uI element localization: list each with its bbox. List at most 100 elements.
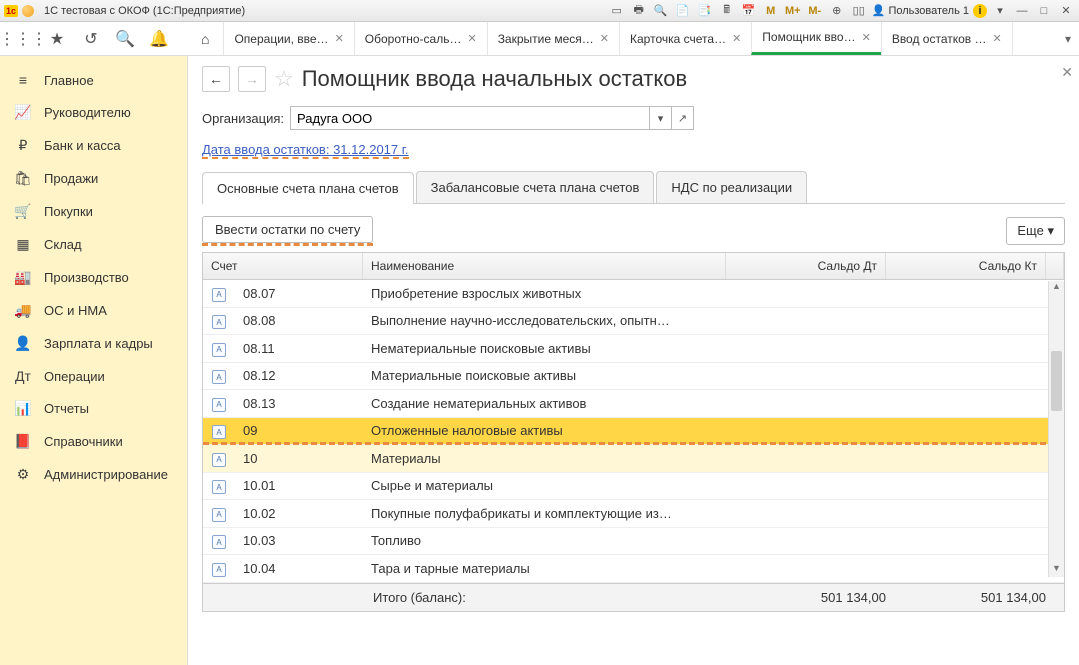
tab-close-icon[interactable]: ✕ <box>335 32 344 45</box>
sidebar-item-label: Производство <box>44 270 129 285</box>
appbar-tab[interactable]: Ввод остатков …✕ <box>881 22 1013 55</box>
organization-open-button[interactable]: ↗ <box>672 106 694 130</box>
sidebar-item-icon: 📈 <box>14 104 32 121</box>
dropdown-icon[interactable]: ▾ <box>991 3 1009 19</box>
memory-mplus-button[interactable]: M+ <box>784 3 802 19</box>
organization-dropdown-button[interactable]: ▾ <box>650 106 672 130</box>
panel-icon[interactable]: ▯▯ <box>850 3 868 19</box>
row-icon-cell: A <box>203 313 235 330</box>
sidebar-item-label: Продажи <box>44 171 98 186</box>
user-label[interactable]: 👤 Пользователь 1 <box>872 4 969 17</box>
tab-close-icon[interactable]: ✕ <box>732 32 741 45</box>
table-row[interactable]: A08.12Материальные поисковые активы <box>203 363 1064 391</box>
apps-grid-icon[interactable]: ⋮⋮⋮ <box>6 24 40 54</box>
memory-mminus-button[interactable]: M- <box>806 3 824 19</box>
organization-input[interactable] <box>290 106 650 130</box>
table-row[interactable]: A10.04Тара и тарные материалы <box>203 555 1064 583</box>
memory-m-button[interactable]: M <box>762 3 780 19</box>
scroll-thumb[interactable] <box>1051 351 1062 411</box>
calc-icon[interactable]: 🖩 <box>718 3 736 19</box>
tab-close-icon[interactable]: ✕ <box>600 32 609 45</box>
scroll-down-icon[interactable]: ▼ <box>1049 563 1064 577</box>
sidebar-item[interactable]: ₽Банк и касса <box>0 129 187 162</box>
tabs-overflow-icon[interactable]: ▾ <box>1057 32 1079 46</box>
table-row[interactable]: A08.13Создание нематериальных активов <box>203 390 1064 418</box>
tab-close-icon[interactable]: ✕ <box>993 32 1002 45</box>
close-page-button[interactable]: ✕ <box>1061 64 1073 81</box>
col-name-header[interactable]: Наименование <box>363 253 726 279</box>
tab-close-icon[interactable]: ✕ <box>467 32 476 45</box>
col-debit-header[interactable]: Сальдо Дт <box>726 253 886 279</box>
table-row[interactable]: A10.03Топливо <box>203 528 1064 556</box>
appbar-tab-label: Помощник вво… <box>762 30 855 44</box>
sidebar-item-label: Покупки <box>44 204 93 219</box>
info-icon[interactable]: i <box>973 4 987 18</box>
account-icon: A <box>212 480 226 494</box>
appbar-tab[interactable]: Помощник вво… ✕ <box>751 22 882 55</box>
search-tab-icon[interactable]: 🔍 <box>108 24 142 54</box>
minimize-button[interactable]: — <box>1013 3 1031 19</box>
sidebar-item[interactable]: 👤Зарплата и кадры <box>0 327 187 360</box>
favorite-icon[interactable]: ★ <box>40 24 74 54</box>
appbar-tab-label: Закрытие меся… <box>498 32 594 46</box>
nav-row: ← → ☆ Помощник ввода начальных остатков <box>202 66 1065 92</box>
toolbar-icon[interactable]: ▭ <box>608 3 626 19</box>
enter-balances-button[interactable]: Ввести остатки по счету <box>202 216 373 243</box>
sidebar-item[interactable]: ▦Склад <box>0 228 187 261</box>
sidebar-item[interactable]: 🛍Продажи <box>0 162 187 195</box>
star-button[interactable]: ☆ <box>274 66 294 92</box>
maximize-button[interactable]: □ <box>1035 3 1053 19</box>
sidebar-item[interactable]: 🛒Покупки <box>0 195 187 228</box>
sidebar-item[interactable]: 📈Руководителю <box>0 96 187 129</box>
sidebar-item-icon: ₽ <box>14 137 32 154</box>
appbar-tab[interactable]: Оборотно-саль…✕ <box>354 22 488 55</box>
appbar-tab[interactable]: Карточка счета…✕ <box>619 22 752 55</box>
table-row[interactable]: A08.08Выполнение научно-исследовательски… <box>203 308 1064 336</box>
table-row[interactable]: A10.01Сырье и материалы <box>203 473 1064 501</box>
layout: ≡Главное📈Руководителю₽Банк и касса🛍Прода… <box>0 56 1079 665</box>
home-tab[interactable]: ⌂ <box>188 22 224 55</box>
sidebar-item-icon: ≡ <box>14 72 32 88</box>
sidebar-item[interactable]: ≡Главное <box>0 64 187 96</box>
sidebar-item[interactable]: 🏭Производство <box>0 261 187 294</box>
table-row[interactable]: A08.07Приобретение взрослых животных <box>203 280 1064 308</box>
sidebar-item[interactable]: 🚚ОС и НМА <box>0 294 187 327</box>
titlebar-left: 1c 1С тестовая с ОКОФ (1С:Предприятие) <box>4 5 245 17</box>
appbar-left-buttons: ⋮⋮⋮ ★ ↺ 🔍 🔔 <box>0 24 188 54</box>
plan-tab[interactable]: НДС по реализации <box>656 171 807 203</box>
table-row[interactable]: A10.02Покупные полуфабрикаты и комплекту… <box>203 500 1064 528</box>
sidebar-item[interactable]: 📕Справочники <box>0 425 187 458</box>
row-name: Сырье и материалы <box>363 478 726 493</box>
sidebar-item[interactable]: ⚙Администрирование <box>0 458 187 491</box>
appbar-tab[interactable]: Операции, вве…✕ <box>223 22 354 55</box>
zoom-icon[interactable]: ⊕ <box>828 3 846 19</box>
tab-close-icon[interactable]: ✕ <box>862 31 871 44</box>
sidebar-item[interactable]: ДтОперации <box>0 360 187 392</box>
history-icon[interactable]: ↺ <box>74 24 108 54</box>
copy-icon[interactable]: 📑 <box>696 3 714 19</box>
search-icon[interactable]: 🔍 <box>652 3 670 19</box>
plan-tab[interactable]: Основные счета плана счетов <box>202 172 414 204</box>
print-icon[interactable]: 🖶 <box>630 3 648 19</box>
scroll-up-icon[interactable]: ▲ <box>1049 281 1064 295</box>
table-row[interactable]: A10Материалы <box>203 445 1064 473</box>
table-scrollbar[interactable]: ▲ ▼ <box>1048 281 1064 577</box>
appbar-tab[interactable]: Закрытие меся… ✕ <box>487 22 620 55</box>
notifications-icon[interactable]: 🔔 <box>142 24 176 54</box>
doc-icon[interactable]: 📄 <box>674 3 692 19</box>
sidebar-item[interactable]: 📊Отчеты <box>0 392 187 425</box>
balance-date-link[interactable]: Дата ввода остатков: 31.12.2017 г. <box>202 142 409 157</box>
row-code: 10 <box>235 451 363 466</box>
col-credit-header[interactable]: Сальдо Кт <box>886 253 1046 279</box>
close-window-button[interactable]: ✕ <box>1057 3 1075 19</box>
calendar-icon[interactable]: 📅 <box>740 3 758 19</box>
nav-forward-button[interactable]: → <box>238 66 266 92</box>
col-account-header[interactable]: Счет <box>203 253 363 279</box>
plan-tabs: Основные счета плана счетовЗабалансовые … <box>202 171 1065 204</box>
more-button[interactable]: Еще ▾ <box>1006 217 1065 245</box>
table-row[interactable]: A09Отложенные налоговые активы <box>203 418 1064 446</box>
nav-back-button[interactable]: ← <box>202 66 230 92</box>
table-row[interactable]: A08.11Нематериальные поисковые активы <box>203 335 1064 363</box>
row-name: Выполнение научно-исследовательских, опы… <box>363 313 726 328</box>
plan-tab[interactable]: Забалансовые счета плана счетов <box>416 171 655 203</box>
